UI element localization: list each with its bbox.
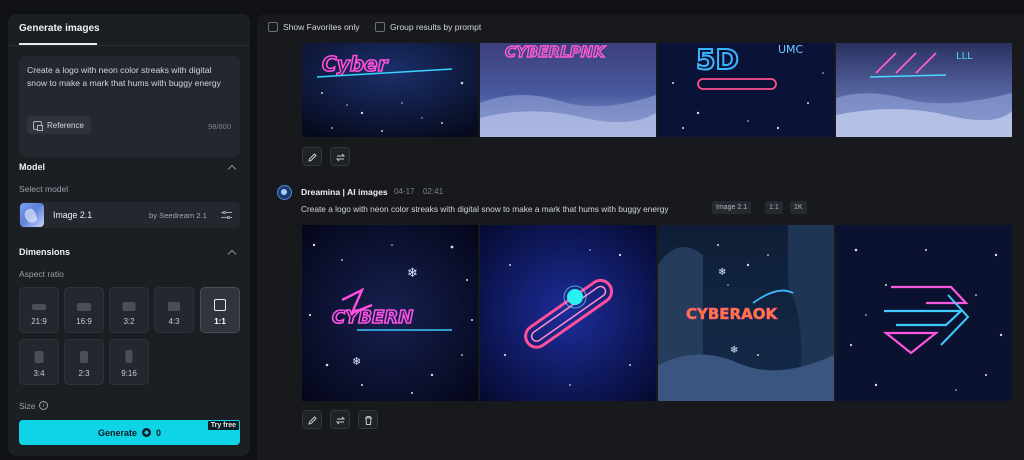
neon-logo-text: CYBERN (332, 307, 413, 328)
ratio-label: 3:4 (33, 369, 45, 378)
result-image[interactable] (836, 225, 1012, 401)
ratio-4-3[interactable]: 4:3 (154, 287, 194, 333)
result-image[interactable]: 5D UMC (658, 43, 834, 137)
aspect-ratio-label: Aspect ratio (19, 269, 64, 279)
generation-time: 02:41 (423, 187, 444, 196)
neon-logo-text: Cyber (322, 52, 389, 76)
model-name: Image 2.1 (53, 210, 93, 220)
model-selector[interactable]: Image 2.1 by Seedream 2.1 (19, 202, 240, 228)
edit-button[interactable] (302, 147, 322, 166)
svg-text:❄: ❄ (352, 356, 361, 368)
result-image[interactable]: CYBERLPNK (480, 43, 656, 137)
chevron-up-icon[interactable] (227, 249, 237, 259)
tag-ratio: 1:1 (765, 201, 783, 214)
ratio-shape-icon (32, 304, 46, 310)
edit-button[interactable] (302, 410, 322, 429)
result-image[interactable]: ❄ ❄ CYBERAOK (658, 225, 834, 401)
char-count: 98/800 (208, 122, 231, 131)
result-image[interactable] (480, 225, 656, 401)
ratio-3-4[interactable]: 3:4 (19, 339, 59, 385)
ratio-label: 4:3 (168, 317, 180, 326)
results-toolbar: Show Favorites only Group results by pro… (257, 14, 1024, 43)
tag-model: Image 2.1 (712, 201, 752, 214)
ratio-label: 21:9 (31, 317, 47, 326)
group-results-checkbox[interactable] (375, 22, 385, 32)
try-free-badge: Try free (206, 420, 240, 431)
ratio-shape-icon (80, 351, 88, 363)
model-provider: by Seedream 2.1 (149, 211, 207, 220)
repeat-icon (335, 416, 346, 425)
svg-text:UMC: UMC (778, 43, 804, 56)
svg-text:❄: ❄ (407, 265, 418, 280)
ratio-2-3[interactable]: 2:3 (64, 339, 104, 385)
ratio-label: 1:1 (214, 317, 226, 326)
ratio-9-16[interactable]: 9:16 (109, 339, 149, 385)
tab-generate-images[interactable]: Generate images (19, 23, 100, 34)
divider (8, 45, 250, 46)
size-label: Size (19, 401, 36, 411)
ratio-label: 3:2 (123, 317, 135, 326)
avatar (277, 185, 292, 200)
reference-label: Reference (47, 120, 84, 130)
ratio-label: 9:16 (121, 369, 137, 378)
ratio-21-9[interactable]: 21:9 (19, 287, 59, 333)
ratio-shape-icon (122, 302, 136, 311)
ratio-shape-icon (168, 302, 180, 311)
svg-text:❄: ❄ (718, 267, 726, 278)
ratio-shape-icon (34, 351, 44, 363)
dimensions-section-title: Dimensions (19, 247, 71, 257)
svg-text:❄: ❄ (730, 345, 738, 356)
result-image[interactable]: LLL (836, 43, 1012, 137)
show-favorites-label[interactable]: Show Favorites only (283, 22, 360, 32)
ratio-shape-icon (125, 350, 133, 363)
results-area[interactable]: Show Favorites only Group results by pro… (257, 14, 1024, 460)
group-results-label[interactable]: Group results by prompt (390, 22, 481, 32)
ratio-label: 16:9 (76, 317, 92, 326)
generate-cost: 0 (156, 427, 162, 438)
generation-date: 04-17 (394, 187, 415, 196)
generation-source: Dreamina | AI images (301, 187, 388, 197)
result-image[interactable]: ❄ ❄ CYBERN (302, 225, 478, 401)
neon-logo-text: CYBERAOK (686, 305, 778, 323)
chevron-up-icon[interactable] (227, 164, 237, 174)
ratio-16-9[interactable]: 16:9 (64, 287, 104, 333)
ratio-3-2[interactable]: 3:2 (109, 287, 149, 333)
settings-sliders-icon[interactable] (221, 210, 232, 220)
model-thumbnail (20, 203, 44, 227)
tag-resolution: 1K (790, 201, 807, 214)
regenerate-button[interactable] (330, 147, 350, 166)
prompt-text[interactable]: Create a logo with neon color streaks wi… (27, 64, 232, 90)
regenerate-button[interactable] (330, 410, 350, 429)
credit-icon (142, 428, 151, 437)
ratio-1-1[interactable]: 1:1 (200, 287, 240, 333)
pencil-icon (308, 153, 317, 162)
generate-label: Generate (97, 427, 137, 438)
neon-logo-text: LLL (956, 51, 973, 62)
app-root: Generate images Create a logo with neon … (0, 0, 1024, 460)
neon-logo-text: 5D (696, 43, 739, 76)
neon-logo-text: CYBERLPNK (505, 43, 606, 61)
pencil-icon (308, 416, 317, 425)
generate-button[interactable]: Generate 0 Try free (19, 420, 240, 445)
generation-prompt[interactable]: Create a logo with neon color streaks wi… (301, 204, 669, 214)
info-icon[interactable]: i (39, 401, 48, 410)
ratio-shape-icon (77, 303, 91, 311)
reference-button[interactable]: Reference (27, 116, 91, 134)
trash-icon (365, 416, 372, 425)
show-favorites-checkbox[interactable] (268, 22, 278, 32)
prompt-input[interactable]: Create a logo with neon color streaks wi… (19, 56, 240, 157)
generate-panel: Generate images Create a logo with neon … (8, 14, 250, 456)
result-image[interactable]: Cyber (302, 43, 478, 137)
ratio-shape-icon (214, 299, 226, 311)
delete-button[interactable] (358, 410, 378, 429)
repeat-icon (335, 153, 346, 162)
reference-icon (33, 120, 43, 131)
ratio-label: 2:3 (78, 369, 90, 378)
select-model-label: Select model (19, 184, 69, 194)
model-section-title: Model (19, 162, 45, 172)
